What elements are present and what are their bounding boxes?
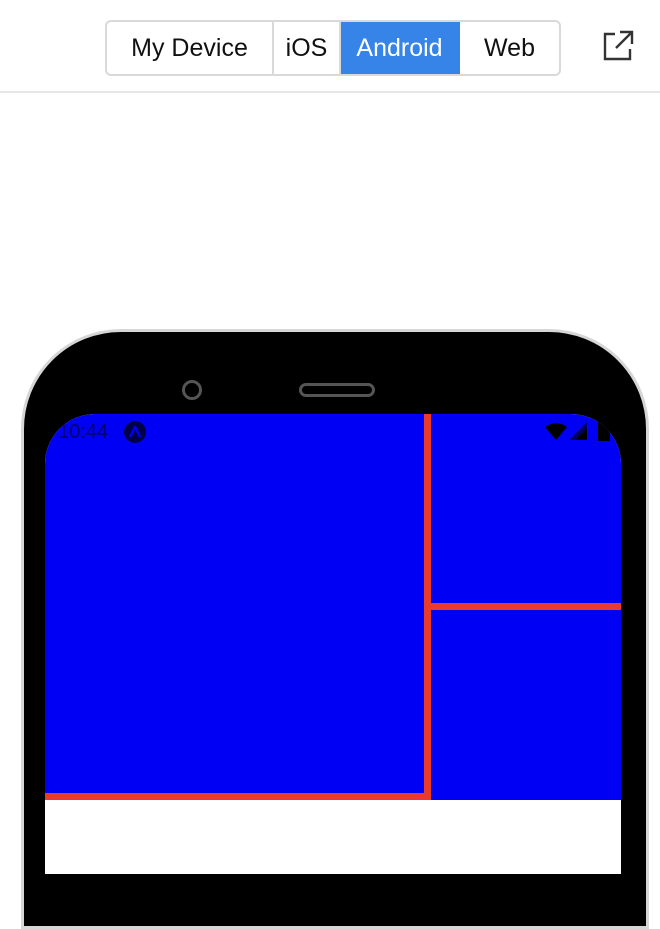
earpiece-speaker xyxy=(299,383,375,397)
platform-selector: My Device iOS Android Web xyxy=(105,20,561,76)
preview-toolbar: My Device iOS Android Web xyxy=(0,0,660,93)
cellular-signal-icon xyxy=(569,422,587,440)
front-camera xyxy=(182,380,202,400)
battery-icon xyxy=(598,420,610,441)
tab-ios[interactable]: iOS xyxy=(274,22,341,74)
external-link-icon[interactable] xyxy=(600,28,636,64)
expo-logo-icon xyxy=(124,421,146,443)
wifi-icon xyxy=(545,423,567,440)
vertical-divider xyxy=(424,414,431,800)
right-panel-divider xyxy=(431,603,621,610)
bottom-divider xyxy=(45,793,431,800)
tab-web[interactable]: Web xyxy=(460,22,559,74)
tab-android[interactable]: Android xyxy=(341,22,460,74)
status-bar-time: 10:44 xyxy=(58,421,109,443)
tab-my-device[interactable]: My Device xyxy=(107,22,274,74)
device-screen[interactable]: 10:44 xyxy=(45,414,621,874)
